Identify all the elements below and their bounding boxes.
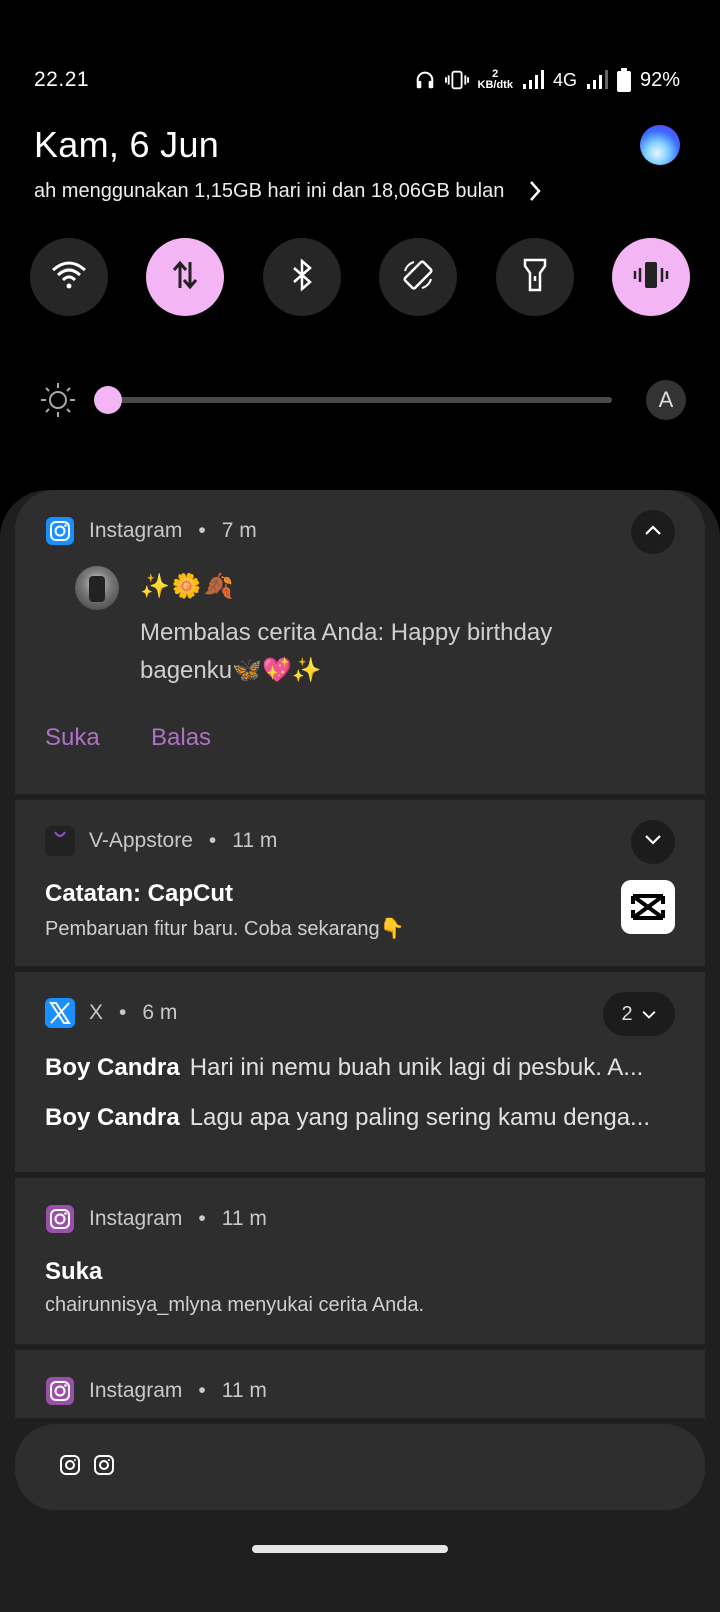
bluetooth-icon [290, 257, 314, 296]
assistant-orb-icon[interactable] [633, 118, 687, 172]
notification-header: V-Appstore • 11 m [45, 826, 277, 856]
brightness-sun-icon [38, 380, 78, 420]
battery-icon [616, 68, 631, 92]
chevron-down-icon [641, 1003, 657, 1026]
instagram-small-icon [59, 1454, 81, 1481]
battery-level: 92% [639, 68, 680, 91]
date-text: Kam, 6 Jun [34, 124, 220, 165]
notification-count: 2 [621, 1002, 633, 1025]
wifi-icon [51, 260, 87, 295]
notification-header: Instagram • 11 m [45, 1204, 267, 1234]
collapse-button[interactable] [631, 510, 675, 554]
status-bar: 22.21 2 KB/dtk 4G 92% [34, 62, 680, 98]
notification-text: chairunnisya_mlyna menyukai cerita Anda. [45, 1294, 425, 1316]
status-icons: 2 KB/dtk 4G 92% [414, 68, 680, 92]
flashlight-icon [523, 258, 547, 297]
app-name: Instagram [89, 1207, 183, 1230]
vappstore-icon [45, 826, 75, 856]
rotate-icon [401, 258, 435, 297]
x-message-line: Boy Candra Lagu apa yang paling sering ka… [45, 1104, 675, 1132]
notification-time: 7 m [221, 519, 257, 542]
instagram-icon [45, 516, 75, 546]
status-time: 22.21 [34, 68, 90, 91]
date-row: Kam, 6 Jun [34, 118, 687, 172]
brightness-control: A [38, 370, 686, 430]
notification-time: 6 m [142, 1001, 178, 1024]
bluetooth-toggle[interactable] [262, 238, 341, 316]
app-name: Instagram [89, 519, 183, 542]
notification-time: 11 m [221, 1207, 267, 1230]
notification-card-instagram[interactable]: Instagram • 7 m ✨🌼🍂 Membalas cerita Anda… [15, 490, 705, 794]
mobile-data-toggle[interactable] [146, 238, 225, 316]
brightness-slider[interactable] [94, 386, 612, 414]
instagram-icon [45, 1376, 75, 1406]
message-text: Membalas cerita Anda: Happy birthday bag… [140, 619, 553, 684]
notification-text: Pembaruan fitur baru. Coba sekarang👇 [45, 918, 405, 940]
sender-name: Boy Candra [45, 1054, 180, 1081]
app-name: V-Appstore [89, 829, 193, 852]
x-icon [45, 998, 75, 1028]
notification-title: Catatan: CapCut [45, 880, 234, 907]
headphones-icon [414, 69, 436, 91]
notification-time: 11 m [221, 1379, 267, 1402]
notification-time: 11 m [232, 829, 278, 852]
chevron-down-icon [644, 833, 662, 851]
auto-rotate-toggle[interactable] [379, 238, 458, 316]
flashlight-toggle[interactable] [495, 238, 574, 316]
sender-name: Boy Candra [45, 1104, 180, 1131]
notification-overflow-bar[interactable] [15, 1424, 705, 1510]
capcut-icon [621, 880, 675, 934]
instagram-icon [45, 1204, 75, 1234]
like-action-button[interactable]: Suka [45, 724, 100, 752]
vibrate-toggle[interactable] [611, 238, 690, 316]
notification-card-x[interactable]: X • 6 m 2 Boy Candra Hari ini nemu buah u… [15, 972, 705, 1172]
chevron-up-icon [644, 523, 662, 541]
notification-card-vappstore[interactable]: V-Appstore • 11 m Catatan: CapCut Pembar… [15, 800, 705, 966]
wifi-toggle[interactable] [30, 238, 108, 316]
instagram-small-icon [93, 1454, 115, 1481]
home-indicator[interactable] [252, 1545, 448, 1553]
brightness-slider-thumb[interactable] [94, 386, 122, 414]
data-usage-row[interactable]: ah menggunakan 1,15GB hari ini dan 18,06… [34, 180, 542, 203]
quick-settings [30, 238, 690, 316]
signal-2-icon [586, 70, 608, 90]
x-message-line: Boy Candra Hari ini nemu buah unik lagi d… [45, 1054, 675, 1082]
message-preview: Hari ini nemu buah unik lagi di pesbuk. … [189, 1054, 644, 1081]
vibrate-status-icon [444, 69, 469, 91]
app-name: Instagram [89, 1379, 183, 1402]
network-type: 4G [552, 69, 577, 90]
message-preview: Lagu apa yang paling sering kamu denga..… [189, 1104, 651, 1131]
notification-header: X • 6 m [45, 998, 177, 1028]
avatar [75, 566, 119, 610]
expand-count-button[interactable]: 2 [603, 992, 675, 1036]
auto-brightness-button[interactable]: A [646, 380, 686, 420]
message-emoji-line: ✨🌼🍂 [140, 573, 236, 600]
app-name: X [89, 1001, 104, 1024]
vibrate-icon [632, 260, 670, 295]
data-usage-text: ah menggunakan 1,15GB hari ini dan 18,06… [34, 180, 505, 202]
expand-button[interactable] [631, 820, 675, 864]
mobile-data-icon [171, 260, 199, 295]
notification-header: Instagram • 11 m [45, 1376, 267, 1406]
reply-action-button[interactable]: Balas [151, 724, 211, 752]
chevron-right-icon [528, 180, 542, 203]
notification-card-instagram-like[interactable]: Instagram • 11 m Suka chairunnisya_mlyna… [15, 1178, 705, 1344]
notification-header: Instagram • 7 m [45, 516, 257, 546]
notification-title: Suka [45, 1258, 103, 1285]
signal-icon [522, 70, 544, 90]
data-speed: 2 KB/dtk [477, 68, 513, 91]
notification-card-instagram-partial[interactable]: Instagram • 11 m [15, 1350, 705, 1418]
